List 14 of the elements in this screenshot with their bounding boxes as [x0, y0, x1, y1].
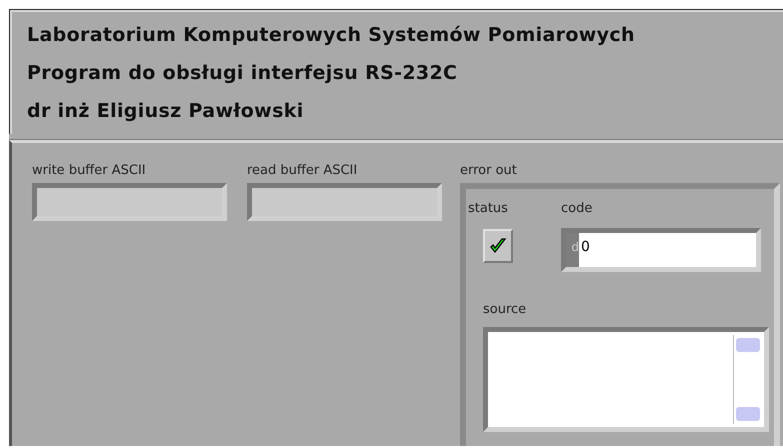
indicator-label: write buffer ASCII: [32, 163, 147, 180]
code-value: 0: [580, 238, 590, 257]
code-label: code: [561, 201, 592, 218]
radix-indicator: d: [566, 233, 579, 267]
status-label: status: [468, 201, 508, 218]
cluster-label: error out: [460, 163, 518, 180]
checkmark-icon: [489, 237, 507, 255]
header-text: dr inż Eligiusz Pawłowski: [27, 100, 305, 124]
indicator-label: read buffer ASCII: [247, 163, 358, 180]
scroll-down-button[interactable]: [736, 407, 760, 421]
scroll-up-button[interactable]: [736, 338, 760, 352]
source-label: source: [483, 302, 526, 319]
header-text: Laboratorium Komputerowych Systemów Pomiarowych: [27, 24, 636, 48]
header-text: Program do obsługi interfejsu RS-232C: [27, 62, 458, 86]
